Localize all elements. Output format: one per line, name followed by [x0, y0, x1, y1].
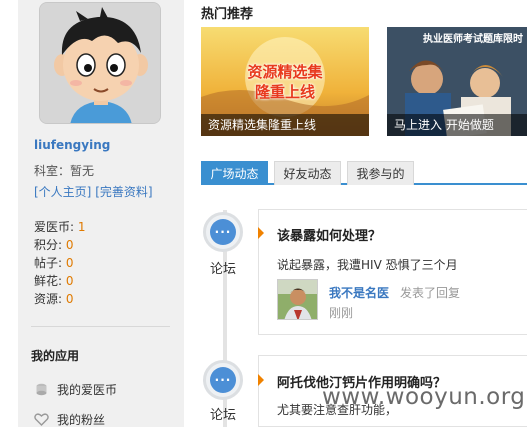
tab-my-participation[interactable]: 我参与的 — [347, 161, 414, 185]
app-item-my-fans[interactable]: 我的粉丝 — [34, 411, 105, 427]
orange-arrow-icon — [258, 227, 264, 239]
banner-overlay-line2: 隆重上线 — [254, 83, 315, 101]
banner-caption[interactable]: 资源精选集隆重上线 — [201, 114, 369, 136]
username[interactable]: liufengying — [34, 138, 110, 152]
feed-title[interactable]: 该暴露如何处理？ — [277, 225, 381, 244]
stat-value: 0 — [65, 238, 74, 252]
app-item-my-coins[interactable]: 我的爱医币 — [34, 381, 117, 398]
forum-bubble: ··· — [203, 360, 243, 400]
chat-bubble-icon: ··· — [210, 219, 236, 245]
divider — [31, 326, 170, 327]
orange-arrow-icon — [258, 374, 264, 386]
department-label: 科室：暂无 — [34, 164, 95, 178]
stat-label: 鲜花: — [34, 274, 63, 288]
feed-time: 刚刚 — [329, 306, 354, 320]
stat-points: 积分: 0 — [34, 236, 86, 254]
stat-value: 0 — [65, 256, 74, 270]
stat-label: 资源: — [34, 292, 63, 306]
feed-username[interactable]: 我不是名医 — [329, 284, 389, 301]
my-apps-heading: 我的应用 — [31, 349, 80, 363]
watermark: www.wooyun.org — [322, 384, 526, 410]
stat-label: 帖子: — [34, 256, 63, 270]
feed-card: 该暴露如何处理？ 说起暴露，我遭HIV 恐惧了三个月 我不是名医 发表了回复 刚… — [258, 209, 527, 335]
profile-links: [个人主页] [完善资料] — [34, 183, 153, 200]
banner-caption[interactable]: 马上进入 开始做题 — [387, 114, 527, 136]
forum-bubble: ··· — [203, 212, 243, 252]
stat-value: 0 — [65, 292, 74, 306]
heart-icon — [34, 412, 49, 427]
app-item-label: 我的爱医币 — [57, 383, 118, 397]
stat-resources: 资源: 0 — [34, 290, 86, 308]
stat-label: 爱医币: — [34, 220, 75, 234]
tab-square-activity[interactable]: 广场动态 — [201, 161, 268, 185]
cartoon-boy-avatar-image — [40, 3, 160, 123]
stat-flowers: 鲜花: 0 — [34, 272, 86, 290]
profile-sidebar: liufengying 科室：暂无 [个人主页] [完善资料] 爱医币: 1 积… — [18, 0, 184, 427]
feed-action: 发表了回复 — [400, 286, 461, 300]
banner-overlay-top: 执业医师考试题库限时 — [423, 34, 523, 45]
hot-recommend-heading: 热门推荐 — [201, 7, 254, 22]
personal-homepage-link[interactable]: [个人主页] — [34, 185, 91, 199]
user-avatar[interactable] — [277, 279, 318, 320]
stat-label: 积分: — [34, 238, 63, 252]
feed-category: 论坛 — [210, 408, 237, 423]
feed-body: 说起暴露，我遭HIV 恐惧了三个月 — [277, 258, 458, 272]
banner-overlay-line1: 资源精选集 — [247, 63, 323, 81]
complete-profile-link[interactable]: [完善资料] — [95, 185, 152, 199]
avatar[interactable] — [39, 2, 161, 124]
banner-resource-collection[interactable]: 资源精选集 隆重上线 资源精选集隆重上线 — [201, 27, 369, 136]
feed-tabs: 广场动态 好友动态 我参与的 — [201, 161, 527, 185]
stat-posts: 帖子: 0 — [34, 254, 86, 272]
app-item-label: 我的粉丝 — [57, 413, 106, 427]
chat-bubble-icon: ··· — [210, 367, 236, 393]
stat-coins: 爱医币: 1 — [34, 218, 86, 236]
coins-icon — [34, 382, 49, 397]
stats-list: 爱医币: 1 积分: 0 帖子: 0 鲜花: 0 资源: 0 — [34, 218, 86, 308]
tab-friends-activity[interactable]: 好友动态 — [274, 161, 341, 185]
stat-value: 0 — [65, 274, 74, 288]
stat-value: 1 — [77, 220, 86, 234]
banner-exam-questions[interactable]: 执业医师考试题库限时 马上进入 开始做题 — [387, 27, 527, 136]
feed-category: 论坛 — [210, 262, 237, 277]
